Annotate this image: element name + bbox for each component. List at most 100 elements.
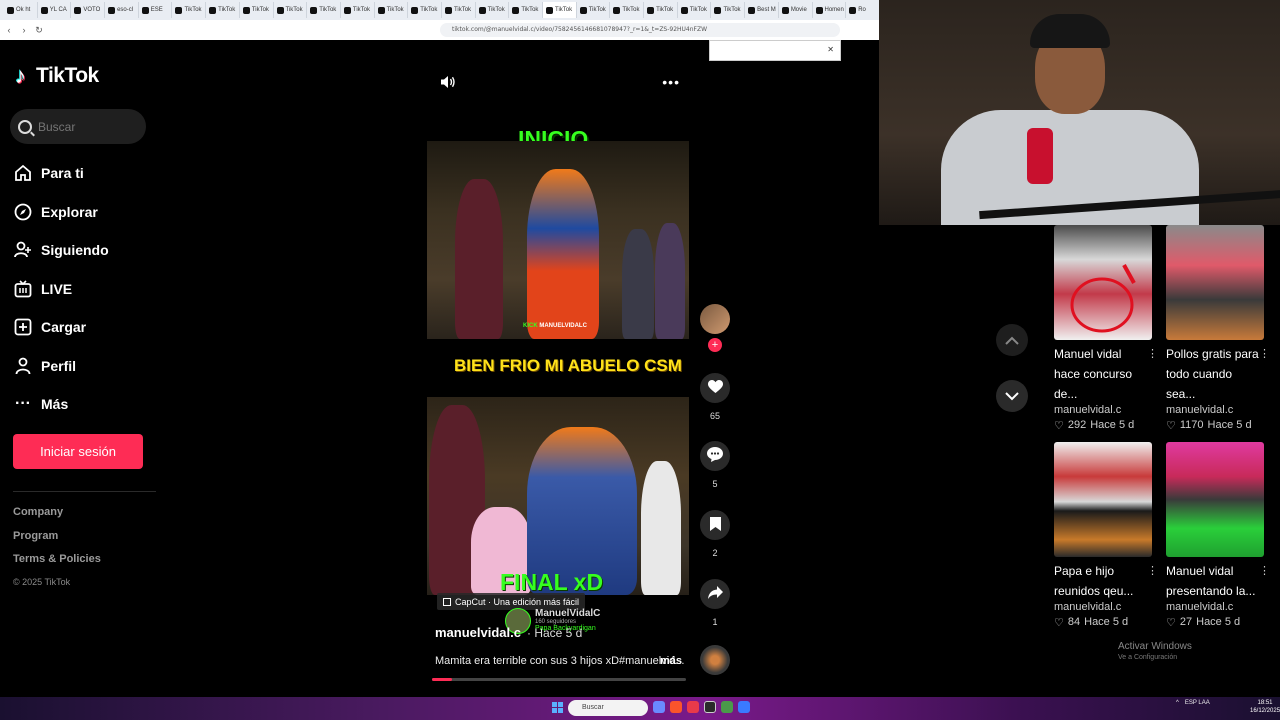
- footer-link-program[interactable]: Program: [13, 530, 101, 554]
- browser-tab[interactable]: TikTok: [408, 2, 442, 18]
- browser-tab[interactable]: TikTok: [375, 2, 409, 18]
- brave-icon[interactable]: [670, 701, 682, 713]
- see-more-button[interactable]: más: [660, 655, 682, 667]
- video-author[interactable]: manuelvidal.c: [435, 625, 521, 640]
- browser-tab[interactable]: TikTok: [172, 2, 207, 18]
- card-title[interactable]: Pollos gratis para todo cuando sea...: [1166, 344, 1261, 404]
- login-button[interactable]: Iniciar sesión: [13, 434, 143, 469]
- sidebar-item-live[interactable]: LIVE: [14, 270, 109, 309]
- app-icon[interactable]: [738, 701, 750, 713]
- sidebar-item-siguiendo[interactable]: Siguiendo: [14, 231, 109, 270]
- sidebar-item-cargar[interactable]: Cargar: [14, 308, 109, 347]
- share-action: 1: [700, 579, 730, 627]
- card-title[interactable]: Papa e hijo reunidos qeu...: [1054, 561, 1149, 601]
- browser-tab[interactable]: TikTok: [206, 2, 240, 18]
- browser-tab[interactable]: TikTok: [341, 2, 375, 18]
- browser-tab[interactable]: TikTok: [711, 2, 746, 18]
- related-card[interactable]: Pollos gratis para todo cuando sea... ⋮ …: [1166, 225, 1270, 432]
- sidebar-item-para-ti[interactable]: Para ti: [14, 154, 109, 193]
- browser-tab[interactable]: TikTok: [610, 2, 645, 18]
- browser-tab[interactable]: TikTok: [476, 2, 510, 18]
- more-vertical-icon[interactable]: ⋮: [1259, 564, 1270, 577]
- language-indicator[interactable]: ESP LAA: [1185, 700, 1210, 706]
- volume-icon[interactable]: [440, 74, 456, 93]
- profile-icon: [14, 357, 32, 375]
- more-vertical-icon[interactable]: ⋮: [1259, 347, 1270, 360]
- browser-tab[interactable]: VOTO: [71, 2, 106, 18]
- browser-tab[interactable]: TikTok: [442, 2, 476, 18]
- sidebar-item-explorar[interactable]: Explorar: [14, 193, 109, 232]
- music-disc-icon[interactable]: [700, 645, 730, 675]
- related-card[interactable]: Manuel vidal hace concurso de... ⋮ manue…: [1054, 225, 1158, 432]
- comment-count: 5: [712, 479, 718, 489]
- browser-tab[interactable]: ESE: [139, 2, 173, 18]
- taskbar-clock[interactable]: 18:51 16/12/2025: [1250, 699, 1280, 715]
- share-button[interactable]: [700, 579, 730, 609]
- search-input[interactable]: [38, 119, 138, 134]
- tab-favicon-icon: [108, 6, 116, 14]
- footer-link-company[interactable]: Company: [13, 506, 101, 530]
- footer-link-terms[interactable]: Terms & Policies: [13, 553, 101, 577]
- tab-label: TikTok: [453, 7, 472, 13]
- browser-tab[interactable]: YL CA: [38, 2, 72, 18]
- tiktok-logo[interactable]: ♪ TikTok: [15, 64, 99, 88]
- browser-tab[interactable]: Homen: [813, 2, 847, 18]
- browser-tab[interactable]: TikTok: [509, 2, 543, 18]
- more-vertical-icon[interactable]: ⋮: [1147, 564, 1158, 577]
- creator-avatar[interactable]: [700, 304, 730, 334]
- card-author[interactable]: manuelvidal.c: [1054, 601, 1152, 613]
- obs-icon[interactable]: [704, 701, 716, 713]
- browser-tab[interactable]: TikTok: [274, 2, 308, 18]
- browser-tab[interactable]: TikTok: [240, 2, 274, 18]
- card-title[interactable]: Manuel vidal hace concurso de...: [1054, 344, 1149, 404]
- previous-video-button[interactable]: [996, 324, 1028, 356]
- browser-tab[interactable]: TikTok: [577, 2, 611, 18]
- tray-chevron-icon[interactable]: ^: [1176, 700, 1179, 706]
- more-options-icon[interactable]: •••: [662, 74, 680, 93]
- video-thumbnail[interactable]: [1054, 442, 1152, 557]
- save-button[interactable]: [700, 510, 730, 540]
- app-icon[interactable]: [687, 701, 699, 713]
- chrome-icon[interactable]: [721, 701, 733, 713]
- video-caption-end: FINAL xD: [500, 569, 604, 595]
- task-view-icon[interactable]: [653, 701, 665, 713]
- sidebar-item-perfil[interactable]: Perfil: [14, 347, 109, 386]
- url-field[interactable]: tiktok.com/@manuelvidal.c/video/75824561…: [440, 23, 840, 37]
- microphone: [1027, 128, 1053, 184]
- video-thumbnail[interactable]: [1054, 225, 1152, 340]
- related-card[interactable]: Manuel vidal presentando la... ⋮ manuelv…: [1166, 442, 1270, 629]
- browser-tab[interactable]: Movie: [779, 2, 813, 18]
- video-progress-bar[interactable]: [432, 678, 686, 681]
- follow-plus-icon[interactable]: +: [708, 338, 722, 352]
- card-author[interactable]: manuelvidal.c: [1054, 404, 1152, 416]
- browser-tab[interactable]: Best M: [745, 2, 779, 18]
- related-card[interactable]: Papa e hijo reunidos qeu... ⋮ manuelvida…: [1054, 442, 1158, 629]
- browser-tab[interactable]: Ro: [846, 2, 880, 18]
- browser-tab[interactable]: TikTok: [678, 2, 712, 18]
- like-button[interactable]: [700, 373, 730, 403]
- next-video-button[interactable]: [996, 380, 1028, 412]
- taskbar-search[interactable]: Buscar: [568, 700, 648, 716]
- more-vertical-icon[interactable]: ⋮: [1147, 347, 1158, 360]
- video-thumbnail[interactable]: [1166, 442, 1264, 557]
- browser-tab[interactable]: TikTok: [644, 2, 678, 18]
- card-author[interactable]: manuelvidal.c: [1166, 404, 1264, 416]
- comment-action: 5: [700, 441, 730, 489]
- close-icon[interactable]: ✕: [827, 45, 834, 54]
- search-box[interactable]: [10, 109, 146, 144]
- browser-tab[interactable]: Ok ht: [4, 2, 38, 18]
- back-icon[interactable]: ‹: [3, 25, 15, 35]
- card-meta: ♡ 292 Hace 5 d: [1054, 419, 1152, 432]
- forward-icon[interactable]: ›: [18, 25, 30, 35]
- windows-start-icon[interactable]: [552, 702, 563, 713]
- browser-tab[interactable]: TikTok: [543, 2, 577, 18]
- card-title[interactable]: Manuel vidal presentando la...: [1166, 561, 1261, 601]
- video-thumbnail[interactable]: [1166, 225, 1264, 340]
- heart-outline-icon: ♡: [1166, 617, 1176, 629]
- browser-tab[interactable]: TikTok: [307, 2, 341, 18]
- comment-button[interactable]: [700, 441, 730, 471]
- card-author[interactable]: manuelvidal.c: [1166, 601, 1264, 613]
- reload-icon[interactable]: ↻: [33, 25, 45, 36]
- browser-tab[interactable]: eso-cl: [105, 2, 139, 18]
- sidebar-item-mas[interactable]: ··· Más: [14, 385, 109, 424]
